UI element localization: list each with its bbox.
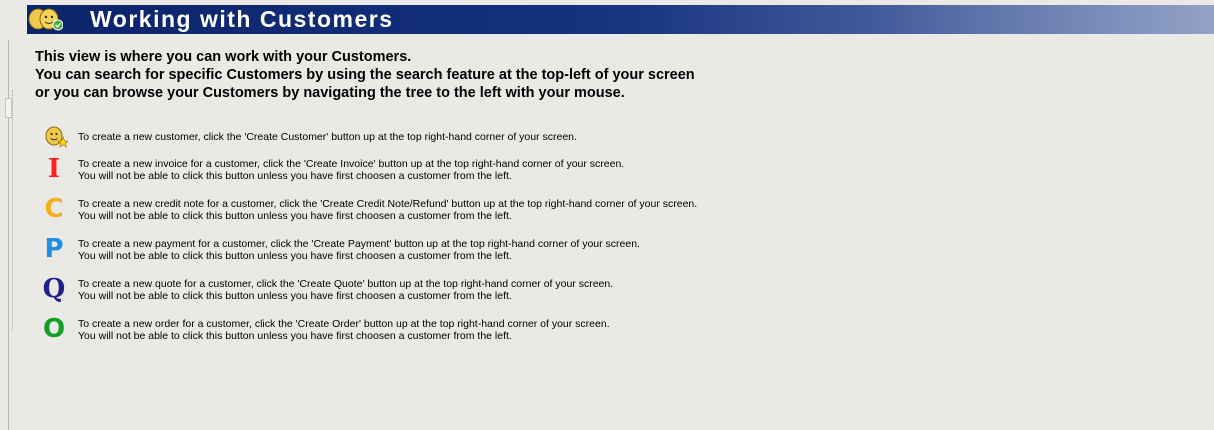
intro-line: You can search for specific Customers by… (35, 67, 695, 83)
payment-icon: P (44, 234, 64, 264)
page-title: Working with Customers (90, 6, 394, 32)
intro-text: This view is where you can work with you… (35, 48, 695, 102)
tip-note: You will not be able to click this butto… (78, 250, 512, 262)
splitter-dots[interactable] (12, 90, 14, 330)
tip-note: You will not be able to click this butto… (78, 330, 512, 342)
tip-text: To create a new order for a customer, cl… (78, 318, 610, 330)
splitter-grip[interactable] (5, 98, 12, 118)
tip-text: To create a new payment for a customer, … (78, 238, 640, 250)
tip-note: You will not be able to click this butto… (78, 170, 512, 182)
tip-note: You will not be able to click this butto… (78, 290, 512, 302)
tip-text: To create a new quote for a customer, cl… (78, 278, 614, 290)
order-icon: O (42, 314, 66, 344)
create-customer-icon (45, 126, 68, 148)
customers-icon (28, 8, 63, 31)
tip-note: You will not be able to click this butto… (78, 210, 512, 222)
intro-line: This view is where you can work with you… (35, 49, 412, 65)
tip-text: To create a new customer, click the 'Cre… (78, 131, 577, 143)
invoice-icon: I (47, 154, 61, 184)
quote-icon: Q (42, 274, 66, 304)
tip-text: To create a new credit note for a custom… (78, 198, 698, 210)
tip-text: To create a new invoice for a customer, … (78, 158, 625, 170)
credit-note-icon: C (44, 194, 64, 224)
intro-line: or you can browse your Customers by navi… (35, 85, 625, 101)
page-header: Working with Customers (27, 5, 1214, 34)
